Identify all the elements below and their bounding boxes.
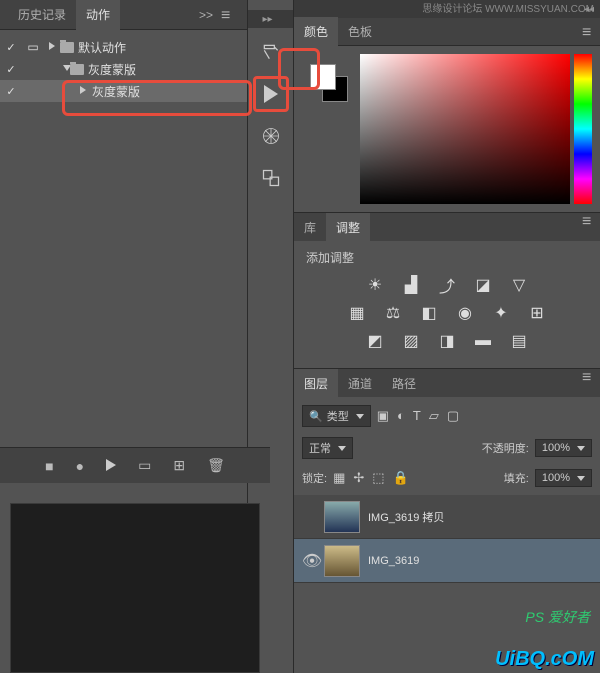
threshold-icon[interactable]: ◨: [436, 332, 458, 350]
action-set-label: 默认动作: [78, 39, 126, 56]
hue-slider[interactable]: [574, 54, 592, 204]
tab-color[interactable]: 颜色: [294, 17, 338, 47]
action-item-label: 灰度蒙版: [92, 83, 140, 100]
panel-expand-icon[interactable]: >>: [195, 8, 217, 22]
exposure-icon[interactable]: ◪: [472, 276, 494, 294]
play-button[interactable]: [253, 76, 289, 112]
folder-icon: [70, 64, 84, 75]
gradient-map-icon[interactable]: ▬: [472, 332, 494, 350]
wheel-icon[interactable]: [253, 118, 289, 154]
selective-color-icon[interactable]: ▤: [508, 332, 530, 350]
color-lookup-icon[interactable]: ⊞: [526, 304, 548, 322]
channel-mixer-icon[interactable]: ✦: [490, 304, 512, 322]
opacity-input[interactable]: 100%: [535, 439, 592, 457]
filter-shape-icon[interactable]: ▱: [429, 408, 439, 424]
watermark-top: 思缘设计论坛 WWW.MISSYUAN.COM: [422, 0, 594, 15]
blend-mode-select[interactable]: 正常: [302, 437, 353, 459]
foreground-color[interactable]: [310, 64, 336, 90]
action-set-gray-mask[interactable]: ✓ 灰度蒙版: [0, 58, 247, 80]
watermark-green: PS 爱好者: [525, 607, 590, 627]
lock-pixels-icon[interactable]: ▦: [333, 470, 345, 486]
tab-paths[interactable]: 路径: [382, 369, 426, 399]
color-panel: 颜色 色板: [294, 18, 600, 212]
tab-layers[interactable]: 图层: [294, 369, 338, 399]
shapes-icon[interactable]: [253, 160, 289, 196]
hue-sat-icon[interactable]: ▦: [346, 304, 368, 322]
tab-history[interactable]: 历史记录: [8, 0, 76, 30]
layer-thumbnail[interactable]: [324, 545, 360, 577]
layer-filter-type[interactable]: 🔍 类型: [302, 405, 371, 427]
play-icon[interactable]: [106, 458, 116, 474]
lock-position-icon[interactable]: ✢: [353, 470, 364, 486]
lock-artboard-icon[interactable]: ⬚: [372, 470, 384, 486]
checkmark-icon[interactable]: ✓: [0, 41, 22, 54]
foreground-background-swatch[interactable]: [310, 64, 348, 102]
posterize-icon[interactable]: ▨: [400, 332, 422, 350]
filter-type-icon[interactable]: T: [413, 408, 421, 424]
record-icon[interactable]: ●: [76, 458, 84, 474]
action-set-label: 灰度蒙版: [88, 61, 136, 78]
tab-adjustments[interactable]: 调整: [326, 213, 370, 243]
actions-panel: 历史记录 动作 >> ✓ ▭ 默认动作 ✓ 灰度蒙版 ✓: [0, 0, 248, 673]
history-brush-icon[interactable]: [253, 34, 289, 70]
filter-adjust-icon[interactable]: ◐: [397, 408, 405, 424]
panel-menu-icon[interactable]: [578, 369, 600, 397]
filter-pixel-icon[interactable]: ▣: [377, 408, 389, 424]
layers-panel: 图层 通道 路径 🔍 类型 ▣ ◐ T ▱ ▢: [294, 368, 600, 583]
color-field[interactable]: [360, 54, 570, 204]
new-action-icon[interactable]: ⊞: [173, 457, 185, 474]
document-canvas[interactable]: [10, 503, 260, 673]
layer-row[interactable]: 👁 IMG_3619: [294, 539, 600, 583]
bw-icon[interactable]: ◧: [418, 304, 440, 322]
trash-icon[interactable]: 🗑: [207, 457, 225, 474]
action-set-default[interactable]: ✓ ▭ 默认动作: [0, 36, 247, 58]
checkmark-icon[interactable]: ✓: [0, 63, 22, 76]
layer-row[interactable]: IMG_3619 拷贝: [294, 495, 600, 539]
levels-icon[interactable]: ▟: [400, 276, 422, 294]
chevron-right-icon[interactable]: [80, 86, 86, 94]
panel-menu-icon[interactable]: [578, 213, 600, 241]
action-item-gray-mask[interactable]: ✓ 灰度蒙版: [0, 80, 247, 102]
layer-name[interactable]: IMG_3619: [368, 555, 419, 567]
curves-icon[interactable]: ⤴: [436, 276, 458, 294]
lock-all-icon[interactable]: 🔒: [393, 470, 409, 486]
lock-label: 锁定:: [302, 470, 327, 486]
layer-thumbnail[interactable]: [324, 501, 360, 533]
brightness-icon[interactable]: ☀: [364, 276, 386, 294]
checkmark-icon[interactable]: ✓: [0, 85, 22, 98]
dialog-toggle-icon[interactable]: ▭: [22, 40, 44, 54]
right-panels: ◂◂ 颜色 色板 库 调整: [294, 0, 600, 673]
vibrance-icon[interactable]: ▽: [508, 276, 530, 294]
visibility-icon[interactable]: 👁: [300, 551, 324, 571]
actions-tree: ✓ ▭ 默认动作 ✓ 灰度蒙版 ✓ 灰度蒙版: [0, 30, 247, 108]
tab-channels[interactable]: 通道: [338, 369, 382, 399]
add-adjustment-label: 添加调整: [306, 249, 588, 266]
folder-icon: [60, 42, 74, 53]
fill-label: 填充:: [504, 470, 529, 486]
chevron-right-icon[interactable]: [49, 42, 55, 50]
photo-filter-icon[interactable]: ◉: [454, 304, 476, 322]
layer-name[interactable]: IMG_3619 拷贝: [368, 509, 444, 525]
new-set-icon[interactable]: ▭: [138, 457, 151, 474]
stop-icon[interactable]: ■: [45, 458, 53, 474]
fill-input[interactable]: 100%: [535, 469, 592, 487]
panel-menu-icon[interactable]: [578, 24, 600, 40]
invert-icon[interactable]: ◩: [364, 332, 386, 350]
panel-menu-icon[interactable]: [217, 7, 239, 23]
tab-library[interactable]: 库: [294, 213, 326, 243]
tab-actions[interactable]: 动作: [76, 0, 120, 30]
actions-toolbar: ■ ● ▭ ⊞ 🗑: [0, 447, 270, 483]
filter-smart-icon[interactable]: ▢: [447, 408, 459, 424]
adjustments-panel: 库 调整 添加调整 ☀ ▟ ⤴ ◪ ▽ ▦ ⚖ ◧ ◉: [294, 212, 600, 368]
watermark-bottom: UiBQ.cOM: [495, 648, 594, 671]
opacity-label: 不透明度:: [482, 440, 529, 456]
color-balance-icon[interactable]: ⚖: [382, 304, 404, 322]
tab-swatches[interactable]: 色板: [338, 17, 382, 47]
